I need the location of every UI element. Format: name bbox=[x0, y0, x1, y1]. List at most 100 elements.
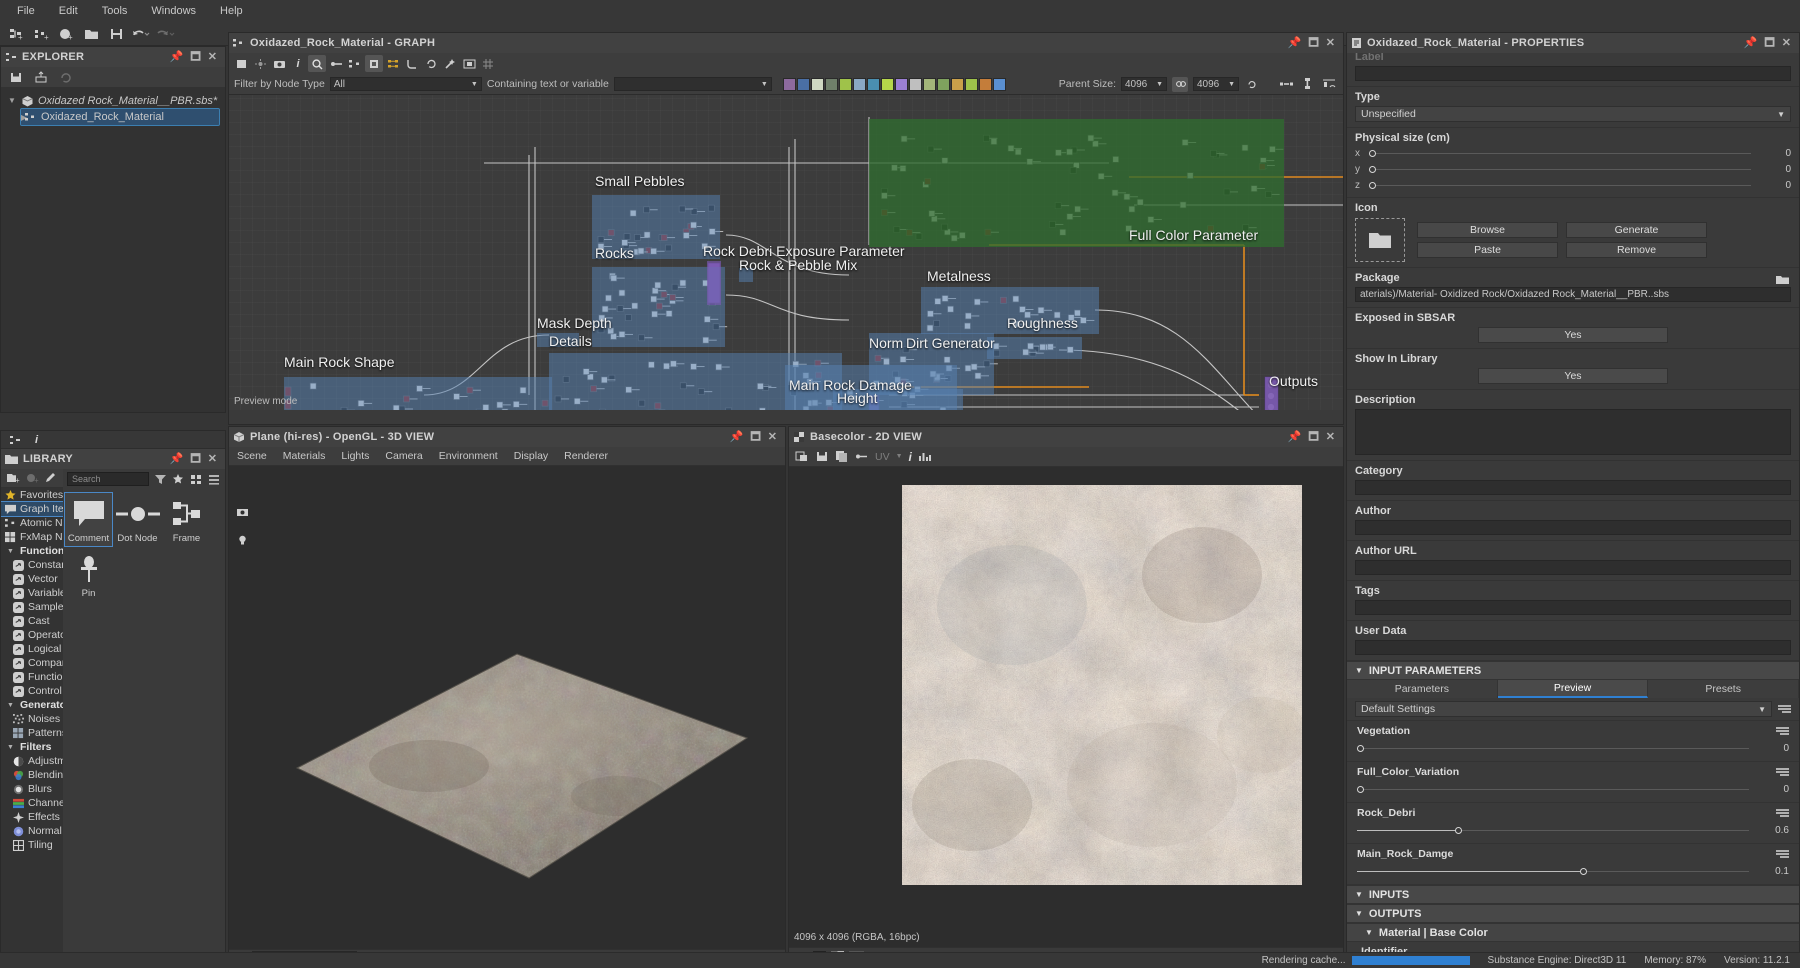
library-category-control[interactable]: Control bbox=[1, 684, 63, 698]
icon-drop-area[interactable] bbox=[1355, 218, 1405, 262]
view3d-viewport[interactable] bbox=[229, 466, 785, 949]
node-type-swatch[interactable] bbox=[894, 77, 908, 91]
library-category-favorites[interactable]: Favorites bbox=[1, 488, 63, 502]
info-icon[interactable]: i bbox=[909, 450, 912, 464]
close-icon[interactable]: ✕ bbox=[208, 51, 217, 63]
graph-tree-icon[interactable] bbox=[346, 55, 364, 72]
show-in-library-toggle[interactable]: Yes bbox=[1478, 368, 1668, 384]
duplicate-icon[interactable] bbox=[835, 450, 849, 463]
graph-frame-rock-debri-exposure[interactable] bbox=[707, 261, 721, 305]
author-input[interactable] bbox=[1355, 520, 1791, 535]
pin-icon[interactable]: 📌 bbox=[170, 51, 184, 63]
library-category-generators[interactable]: ▼ Generators bbox=[1, 698, 63, 712]
menu-windows[interactable]: Windows bbox=[140, 2, 207, 20]
node-size-icon[interactable] bbox=[1299, 77, 1315, 92]
new-package-icon[interactable]: + bbox=[55, 24, 77, 44]
chevron-down-icon[interactable]: ▼ bbox=[896, 453, 903, 460]
pin-icon[interactable]: 📌 bbox=[1288, 431, 1302, 443]
node-type-swatch[interactable] bbox=[880, 77, 894, 91]
filter-dep-icon[interactable]: + bbox=[24, 469, 40, 488]
undo-icon[interactable] bbox=[130, 24, 152, 44]
node-type-swatch[interactable] bbox=[936, 77, 950, 91]
close-icon[interactable]: ✕ bbox=[1326, 37, 1335, 49]
menu-edit[interactable]: Edit bbox=[48, 2, 89, 20]
close-icon[interactable]: ✕ bbox=[208, 453, 217, 465]
frame-select-icon[interactable] bbox=[460, 55, 478, 72]
preset-select[interactable]: Default Settings ▼ bbox=[1355, 701, 1772, 717]
outputs-section-header[interactable]: ▼ OUTPUTS bbox=[1347, 904, 1799, 923]
library-items-grid[interactable]: Comment Dot Node Frame Pin bbox=[63, 489, 225, 605]
edit-icon[interactable] bbox=[43, 469, 59, 488]
param-menu-icon[interactable] bbox=[1776, 768, 1789, 776]
explorer-tab-icon[interactable] bbox=[9, 434, 21, 446]
histogram-icon[interactable] bbox=[918, 450, 932, 463]
library-category-normal[interactable]: Normal ... bbox=[1, 824, 63, 838]
exposed-sbsar-toggle[interactable]: Yes bbox=[1478, 327, 1668, 343]
tags-input[interactable] bbox=[1355, 600, 1791, 615]
grid-view-icon[interactable] bbox=[190, 473, 203, 485]
library-category-patterns[interactable]: Patterns bbox=[1, 726, 63, 740]
maximize-icon[interactable]: 🗖 bbox=[190, 51, 200, 63]
library-category-tiling[interactable]: Tiling bbox=[1, 838, 63, 852]
pin-icon[interactable]: 📌 bbox=[1744, 37, 1758, 49]
open-folder-icon[interactable] bbox=[80, 24, 102, 44]
library-category-samplers[interactable]: Samplers bbox=[1, 600, 63, 614]
param-menu-icon[interactable] bbox=[1776, 850, 1789, 858]
curve-link-icon[interactable] bbox=[403, 55, 421, 72]
paste-button[interactable]: Paste bbox=[1417, 242, 1558, 258]
list-view-icon[interactable] bbox=[208, 473, 221, 485]
tab-parameters[interactable]: Parameters bbox=[1347, 680, 1498, 698]
library-category-blending[interactable]: Blending bbox=[1, 768, 63, 782]
close-icon[interactable]: ✕ bbox=[1782, 37, 1791, 49]
param-menu-icon[interactable] bbox=[1776, 727, 1789, 735]
description-textarea[interactable] bbox=[1355, 409, 1791, 455]
close-icon[interactable]: ✕ bbox=[768, 431, 777, 443]
physical-size-x-slider[interactable]: x0 bbox=[1355, 147, 1791, 160]
maximize-icon[interactable]: 🗖 bbox=[750, 431, 760, 443]
slider-track[interactable] bbox=[1369, 149, 1751, 157]
sidebar-item-graph[interactable]: Oxidazed_Rock_Material bbox=[20, 108, 220, 126]
reset-size-icon[interactable] bbox=[1244, 77, 1260, 92]
library-category-channels[interactable]: Channels bbox=[1, 796, 63, 810]
link-icon[interactable] bbox=[327, 55, 345, 72]
menu-lights[interactable]: Lights bbox=[341, 450, 369, 462]
graph-frame-main-rock-shape[interactable] bbox=[284, 377, 552, 410]
library-item-comment[interactable]: Comment bbox=[64, 492, 113, 547]
duplicate-icon[interactable] bbox=[365, 55, 383, 72]
physical-size-z-slider[interactable]: z0 bbox=[1355, 179, 1791, 192]
magic-icon[interactable] bbox=[441, 55, 459, 72]
alignment-icon[interactable] bbox=[1320, 77, 1338, 92]
library-category-graph-items[interactable]: Graph Items bbox=[1, 501, 63, 517]
package-row[interactable]: ▼ Oxidazed Rock_Material__PBR.sbs* bbox=[1, 92, 225, 109]
library-category-function-no[interactable]: ▼ Function No... bbox=[1, 544, 63, 558]
node-type-swatch[interactable] bbox=[992, 77, 1006, 91]
node-type-swatch[interactable] bbox=[838, 77, 852, 91]
contain-text-input[interactable]: ▼ bbox=[613, 77, 772, 91]
label-input[interactable] bbox=[1355, 66, 1791, 81]
node-type-swatch[interactable] bbox=[796, 77, 810, 91]
new-item-icon[interactable]: + bbox=[5, 469, 21, 488]
library-item-dot-node[interactable]: Dot Node bbox=[114, 493, 161, 546]
filter-icon[interactable] bbox=[154, 473, 167, 485]
chevron-down-icon[interactable]: ▼ bbox=[7, 96, 17, 105]
output-material-basecolor-header[interactable]: ▼ Material | Base Color bbox=[1347, 923, 1799, 942]
folder-open-icon[interactable] bbox=[1776, 274, 1791, 286]
snapshot-icon[interactable] bbox=[270, 55, 288, 72]
menu-renderer[interactable]: Renderer bbox=[564, 450, 608, 462]
maximize-icon[interactable]: 🗖 bbox=[1764, 37, 1774, 49]
node-type-swatches[interactable] bbox=[782, 77, 1006, 91]
slider-track[interactable] bbox=[1369, 165, 1751, 173]
library-category-atomic-nodes[interactable]: Atomic Nodes bbox=[1, 516, 63, 530]
library-category-effects[interactable]: Effects bbox=[1, 810, 63, 824]
pins-icon[interactable] bbox=[1278, 77, 1294, 92]
node-type-filter-select[interactable]: All ▼ bbox=[329, 77, 482, 91]
fit-view-icon[interactable] bbox=[232, 55, 250, 72]
grid-icon[interactable] bbox=[479, 55, 497, 72]
browse-button[interactable]: Browse bbox=[1417, 222, 1558, 238]
publish-icon[interactable] bbox=[30, 67, 52, 87]
node-type-swatch[interactable] bbox=[824, 77, 838, 91]
menu-help[interactable]: Help bbox=[209, 2, 254, 20]
menu-environment[interactable]: Environment bbox=[439, 450, 498, 462]
node-type-swatch[interactable] bbox=[908, 77, 922, 91]
move-icon[interactable] bbox=[251, 55, 269, 72]
